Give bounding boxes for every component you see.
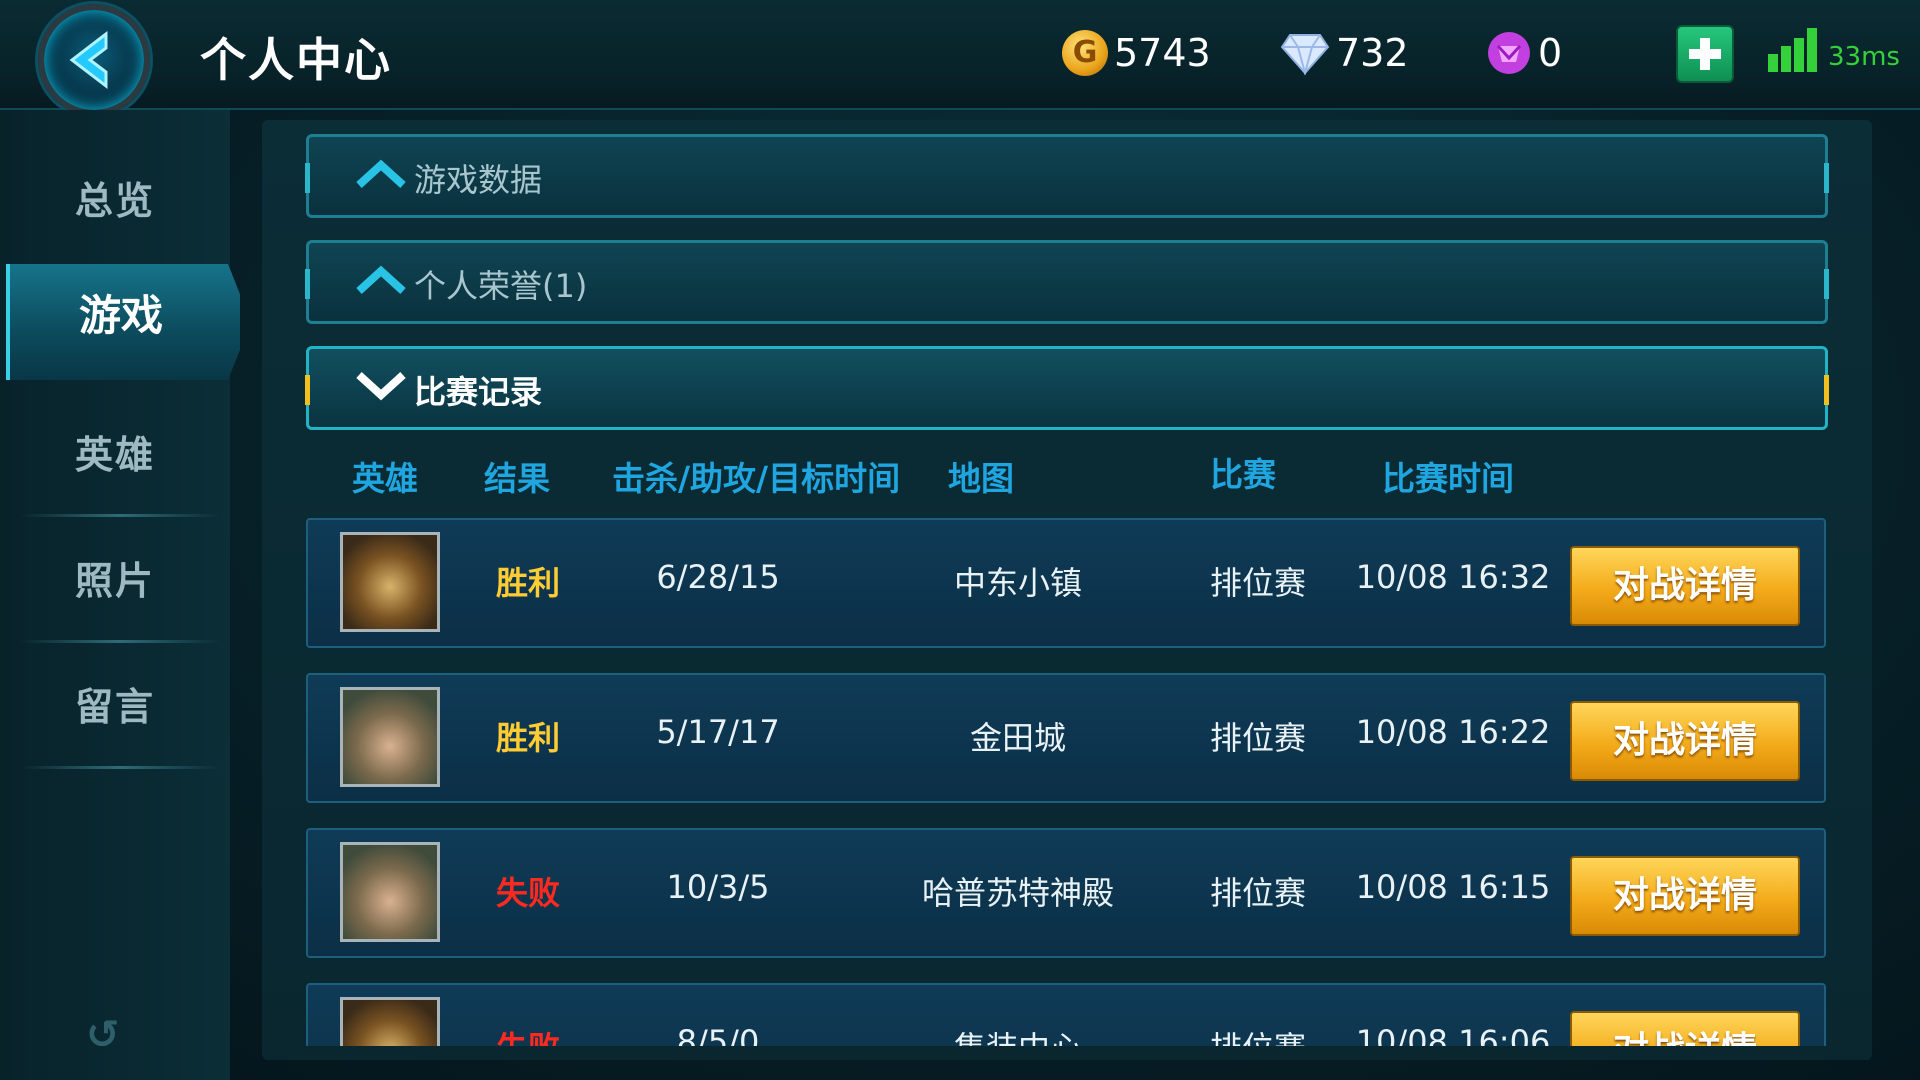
match-time: 10/08 16:22: [1355, 713, 1551, 751]
mode: 排位赛: [1178, 1023, 1338, 1046]
match-row[interactable]: 失败 10/3/5 哈普苏特神殿 排位赛 10/08 16:15 对战详情: [306, 828, 1826, 958]
map: 哈普苏特神殿: [921, 874, 1114, 912]
match-time: 10/08 16:32: [1355, 558, 1551, 596]
kda: 6/28/15: [656, 558, 780, 596]
hero-avatar: [340, 687, 440, 787]
result: 失败: [478, 1023, 578, 1046]
match-detail-button[interactable]: 对战详情: [1570, 701, 1800, 781]
result: 失败: [495, 874, 560, 912]
match-detail-button[interactable]: 对战详情: [1570, 856, 1800, 936]
match-row[interactable]: 失败 8/5/0 集装中心 排位赛 10/08 16:06 对战详情: [306, 983, 1826, 1046]
hero-avatar: [340, 842, 440, 942]
map: 集装中心: [868, 1023, 1168, 1046]
map: 中东小镇: [953, 564, 1082, 602]
mode: 排位赛: [1209, 874, 1306, 912]
map: 金田城: [969, 719, 1066, 757]
match-time: 10/08 16:15: [1355, 868, 1551, 906]
mode: 排位赛: [1209, 564, 1306, 602]
kda: 5/17/17: [656, 713, 780, 751]
match-detail-button[interactable]: 对战详情: [1570, 1011, 1800, 1046]
match-detail-button[interactable]: 对战详情: [1570, 546, 1800, 626]
mode: 排位赛: [1209, 719, 1306, 757]
match-row[interactable]: 胜利 6/28/15 中东小镇 排位赛 10/08 16:32 对战详情: [306, 518, 1826, 648]
kda: 8/5/0: [676, 1023, 760, 1046]
result: 胜利: [495, 719, 560, 757]
result: 胜利: [495, 564, 560, 602]
match-list-viewport[interactable]: 胜利 6/28/15 中东小镇 排位赛 10/08 16:32 对战详情 胜利 …: [0, 0, 1920, 1046]
hero-avatar: [340, 532, 440, 632]
kda: 10/3/5: [666, 868, 770, 906]
hero-avatar: [340, 997, 440, 1046]
match-time: 10/08 16:06: [1355, 1023, 1551, 1046]
match-row[interactable]: 胜利 5/17/17 金田城 排位赛 10/08 16:22 对战详情: [306, 673, 1826, 803]
